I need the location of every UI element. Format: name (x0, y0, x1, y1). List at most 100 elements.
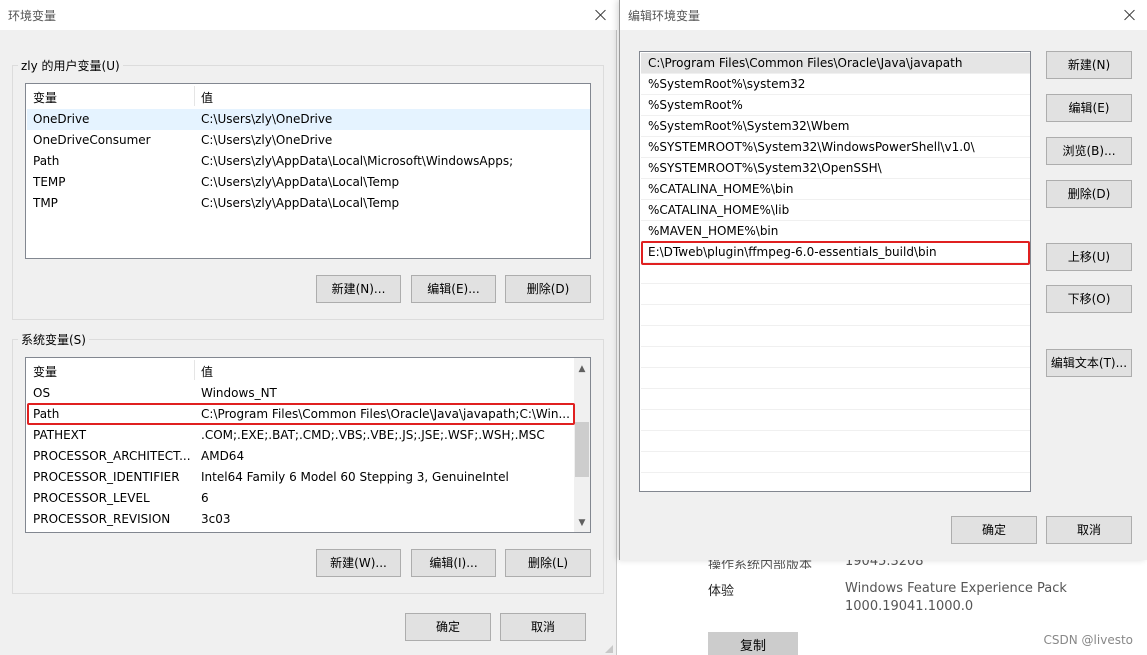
system-new-button[interactable]: 新建(W)... (316, 549, 401, 577)
path-entry[interactable]: %SystemRoot%\System32\Wbem (641, 116, 1030, 137)
column-header-variable[interactable]: 变量 (33, 363, 57, 380)
empty-row[interactable] (641, 305, 1030, 326)
system-var-row[interactable]: PROCESSOR_REVISION 3c03 (27, 509, 574, 530)
cancel-button[interactable]: 取消 (1046, 516, 1132, 544)
new-path-button[interactable]: 新建(N) (1046, 51, 1132, 79)
dialog-title: 编辑环境变量 (628, 9, 701, 23)
move-up-button[interactable]: 上移(U) (1046, 243, 1132, 271)
experience-value-line1: Windows Feature Experience Pack (845, 581, 1067, 596)
ok-button[interactable]: 确定 (405, 613, 491, 641)
path-entries-list[interactable]: C:\Program Files\Common Files\Oracle\Jav… (639, 51, 1031, 492)
edit-path-button[interactable]: 编辑(E) (1046, 94, 1132, 122)
var-name: PROCESSOR_REVISION (33, 512, 171, 526)
var-value: C:\Program Files\Common Files\Oracle\Jav… (201, 407, 570, 421)
system-variables-list[interactable]: 变量 值 OS Windows_NT Path C:\Program Files… (25, 357, 591, 533)
var-value: 3c03 (201, 512, 231, 526)
vertical-scrollbar[interactable]: ▲ ▼ (574, 358, 590, 532)
edit-text-button[interactable]: 编辑文本(T)... (1046, 349, 1132, 377)
scroll-up-icon[interactable]: ▲ (574, 361, 590, 377)
user-delete-button[interactable]: 删除(D) (505, 275, 591, 303)
edit-environment-variable-dialog: 编辑环境变量 C:\Program Files\Common Files\Ora… (619, 0, 1147, 560)
empty-row[interactable] (641, 431, 1030, 452)
path-entry[interactable]: %SystemRoot%\system32 (641, 74, 1030, 95)
copy-button[interactable]: 复制 (708, 632, 798, 655)
delete-path-button[interactable]: 删除(D) (1046, 180, 1132, 208)
var-value: AMD64 (201, 449, 245, 463)
path-entry[interactable]: C:\Program Files\Common Files\Oracle\Jav… (641, 53, 1030, 74)
var-name: Path (33, 407, 60, 421)
var-name: TEMP (33, 175, 66, 189)
var-name: OneDriveConsumer (33, 133, 151, 147)
empty-row[interactable] (641, 410, 1030, 431)
user-variables-label: zly 的用户变量(U) (18, 57, 123, 74)
system-var-row[interactable]: PATHEXT .COM;.EXE;.BAT;.CMD;.VBS;.VBE;.J… (27, 425, 574, 446)
empty-row[interactable] (641, 326, 1030, 347)
var-name: TMP (33, 196, 58, 210)
user-var-row[interactable]: TMP C:\Users\zly\AppData\Local\Temp (27, 193, 590, 214)
close-icon[interactable] (594, 8, 608, 22)
user-var-row[interactable]: TEMP C:\Users\zly\AppData\Local\Temp (27, 172, 590, 193)
scroll-down-icon[interactable]: ▼ (574, 515, 590, 531)
var-value: C:\Users\zly\AppData\Local\Microsoft\Win… (201, 154, 514, 168)
var-value: C:\Users\zly\OneDrive (201, 133, 333, 147)
var-value: .COM;.EXE;.BAT;.CMD;.VBS;.VBE;.JS;.JSE;.… (201, 428, 545, 442)
user-var-row[interactable]: OneDrive C:\Users\zly\OneDrive (27, 109, 590, 130)
system-var-row[interactable]: Path C:\Program Files\Common Files\Oracl… (27, 404, 574, 425)
system-var-row[interactable]: PROCESSOR_ARCHITECT... AMD64 (27, 446, 574, 467)
empty-row[interactable] (641, 368, 1030, 389)
var-value: Intel64 Family 6 Model 60 Stepping 3, Ge… (201, 470, 509, 484)
system-variables-label: 系统变量(S) (18, 331, 89, 348)
empty-row[interactable] (641, 284, 1030, 305)
user-edit-button[interactable]: 编辑(E)... (411, 275, 496, 303)
experience-value-line2: 1000.19041.1000.0 (845, 599, 974, 614)
system-var-row[interactable]: PROCESSOR_IDENTIFIER Intel64 Family 6 Mo… (27, 467, 574, 488)
path-entry[interactable]: %SYSTEMROOT%\System32\WindowsPowerShell\… (641, 137, 1030, 158)
var-name: Path (33, 154, 60, 168)
user-new-button[interactable]: 新建(N)... (316, 275, 401, 303)
close-icon[interactable] (1123, 8, 1137, 22)
list-header: 变量 值 (26, 84, 590, 108)
system-var-row[interactable]: OS Windows_NT (27, 383, 574, 404)
path-entry[interactable]: %CATALINA_HOME%\lib (641, 200, 1030, 221)
path-entry[interactable]: %CATALINA_HOME%\bin (641, 179, 1030, 200)
path-entry-ffmpeg[interactable]: E:\DTweb\plugin\ffmpeg-6.0-essentials_bu… (641, 242, 1030, 263)
var-name: OneDrive (33, 112, 90, 126)
ok-button[interactable]: 确定 (951, 516, 1037, 544)
watermark: CSDN @livesto (1043, 633, 1133, 647)
move-down-button[interactable]: 下移(O) (1046, 285, 1132, 313)
browse-button[interactable]: 浏览(B)... (1046, 137, 1132, 165)
var-name: PROCESSOR_IDENTIFIER (33, 470, 180, 484)
var-value: Windows_NT (201, 386, 277, 400)
title-bar (0, 0, 617, 30)
var-name: PATHEXT (33, 428, 87, 442)
path-entry[interactable]: %MAVEN_HOME%\bin (641, 221, 1030, 242)
system-edit-button[interactable]: 编辑(I)... (411, 549, 496, 577)
empty-row[interactable] (641, 347, 1030, 368)
user-var-row[interactable]: OneDriveConsumer C:\Users\zly\OneDrive (27, 130, 590, 151)
empty-row[interactable] (641, 389, 1030, 410)
column-header-variable[interactable]: 变量 (33, 89, 57, 106)
system-delete-button[interactable]: 删除(L) (505, 549, 591, 577)
environment-variables-dialog: 环境变量 zly 的用户变量(U) 变量 值 OneDrive C:\Users… (0, 0, 617, 655)
resize-grip-icon[interactable] (603, 643, 613, 653)
scroll-thumb[interactable] (575, 422, 589, 477)
dialog-title: 环境变量 (8, 9, 57, 23)
path-entry[interactable]: %SYSTEMROOT%\System32\OpenSSH\ (641, 158, 1030, 179)
system-var-row[interactable]: PROCESSOR_LEVEL 6 (27, 488, 574, 509)
list-header: 变量 值 (26, 358, 590, 382)
experience-label: 体验 (708, 584, 735, 599)
user-variables-list[interactable]: 变量 值 OneDrive C:\Users\zly\OneDrive OneD… (25, 83, 591, 259)
cancel-button[interactable]: 取消 (500, 613, 586, 641)
var-value: C:\Users\zly\AppData\Local\Temp (201, 175, 400, 189)
column-header-value[interactable]: 值 (201, 363, 213, 380)
path-entry[interactable]: %SystemRoot% (641, 95, 1030, 116)
var-name: PROCESSOR_ARCHITECT... (33, 449, 191, 463)
empty-row[interactable] (641, 452, 1030, 473)
user-var-row[interactable]: Path C:\Users\zly\AppData\Local\Microsof… (27, 151, 590, 172)
var-value: 6 (201, 491, 209, 505)
empty-row[interactable] (641, 263, 1030, 284)
var-value: C:\Users\zly\AppData\Local\Temp (201, 196, 400, 210)
var-name: OS (33, 386, 51, 400)
var-name: PROCESSOR_LEVEL (33, 491, 150, 505)
column-header-value[interactable]: 值 (201, 89, 213, 106)
